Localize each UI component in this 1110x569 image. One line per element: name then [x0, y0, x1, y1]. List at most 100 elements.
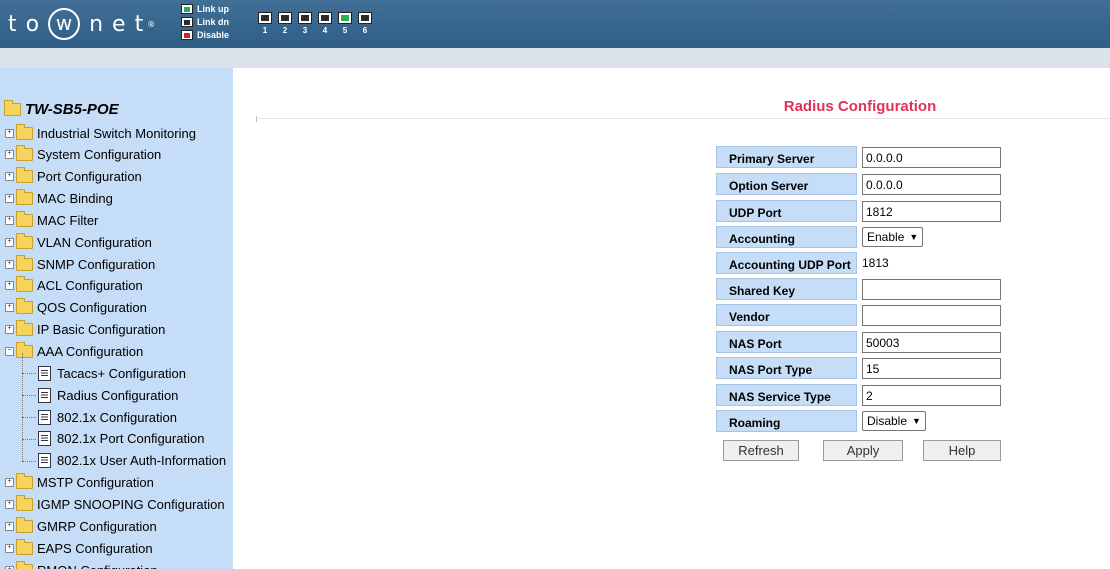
roaming-select[interactable]: Disable ▼	[862, 411, 926, 431]
expand-icon[interactable]: +	[5, 172, 14, 182]
expand-icon[interactable]: +	[5, 237, 14, 247]
sidebar-item-port-configuration[interactable]: + Port Configuration	[5, 167, 142, 187]
top-header-bar: to w net ® Link up Link dn Disable 1 2 3 4 5…	[0, 0, 1110, 48]
folder-icon	[16, 298, 33, 315]
form-row-udp-port: UDP Port	[716, 200, 1011, 224]
nas-service-type-input[interactable]	[862, 385, 1001, 406]
apply-button[interactable]: Apply	[823, 440, 903, 461]
udp-port-input[interactable]	[862, 201, 1001, 222]
expand-icon[interactable]: +	[5, 565, 14, 569]
expand-icon[interactable]: +	[5, 150, 14, 160]
sidebar-item-mac-binding[interactable]: + MAC Binding	[5, 189, 113, 209]
form-row-accounting: Accounting Enable ▼	[716, 226, 1011, 250]
sidebar-item-industrial-switch-monitoring[interactable]: + Industrial Switch Monitoring	[5, 123, 196, 143]
expand-icon[interactable]: +	[5, 281, 14, 291]
sidebar-item-gmrp-configuration[interactable]: + GMRP Configuration	[5, 516, 157, 536]
option-server-label: Option Server	[716, 173, 857, 195]
port-status-legend: Link up Link dn Disable	[181, 2, 229, 41]
expand-icon[interactable]: +	[5, 325, 14, 335]
sidebar-item-system-configuration[interactable]: + System Configuration	[5, 145, 161, 165]
roaming-label: Roaming	[716, 410, 857, 432]
radius-config-form: Primary Server Option Server UDP Port Accou…	[716, 146, 1011, 446]
help-button[interactable]: Help	[923, 440, 1001, 461]
sidebar-item-802-1x-port-configuration[interactable]: 802.1x Port Configuration	[38, 429, 204, 449]
roaming-value-cell: Disable ▼	[858, 410, 1008, 432]
nas-port-input[interactable]	[862, 332, 1001, 353]
chevron-down-icon: ▼	[909, 232, 919, 242]
sidebar-item-label: IGMP SNOOPING Configuration	[37, 496, 225, 512]
nas-port-type-label: NAS Port Type	[716, 357, 857, 379]
sidebar-item-mstp-configuration[interactable]: + MSTP Configuration	[5, 473, 154, 493]
folder-icon	[16, 516, 33, 533]
collapse-icon[interactable]: −	[5, 347, 14, 356]
shared-key-input[interactable]	[862, 279, 1001, 300]
primary-server-value-cell	[858, 146, 1008, 168]
sidebar-item-rmon-configuration[interactable]: + RMON Configuration	[5, 560, 158, 569]
expand-icon[interactable]: +	[5, 303, 14, 313]
shared-key-label: Shared Key	[716, 278, 857, 300]
vendor-input[interactable]	[862, 305, 1001, 326]
sidebar-item-eaps-configuration[interactable]: + EAPS Configuration	[5, 538, 153, 558]
sidebar-item-vlan-configuration[interactable]: + VLAN Configuration	[5, 232, 152, 252]
nas-port-type-input[interactable]	[862, 358, 1001, 379]
nas-port-value-cell	[858, 331, 1008, 353]
folder-icon	[16, 232, 33, 249]
accounting-select[interactable]: Enable ▼	[862, 227, 924, 247]
folder-icon	[16, 210, 33, 227]
switch-port[interactable]: 1	[256, 12, 274, 35]
tree-root[interactable]: TW-SB5-POE	[4, 100, 119, 118]
sidebar-item-igmp-snooping-configuration[interactable]: + IGMP SNOOPING Configuration	[5, 494, 225, 514]
brand-name-right: net	[89, 11, 153, 37]
sidebar-item-aaa-configuration[interactable]: − AAA Configuration	[5, 342, 143, 362]
primary-server-label: Primary Server	[716, 146, 857, 168]
folder-icon	[16, 276, 33, 293]
brand-logo: to w net ®	[8, 7, 155, 41]
sidebar-item-snmp-configuration[interactable]: + SNMP Configuration	[5, 254, 155, 274]
sidebar-item-label: System Configuration	[37, 147, 162, 163]
port-link-up-icon	[181, 3, 193, 14]
switch-port[interactable]: 3	[296, 12, 314, 35]
expand-icon[interactable]: +	[5, 521, 14, 531]
legend-label: Link dn	[197, 16, 229, 27]
expand-icon[interactable]: +	[5, 215, 14, 225]
brand-name-circled: w	[48, 8, 81, 40]
sidebar-item-802-1x-configuration[interactable]: 802.1x Configuration	[38, 407, 177, 427]
document-icon	[38, 453, 51, 469]
option-server-input[interactable]	[862, 174, 1001, 195]
switch-port[interactable]: 5	[336, 12, 354, 35]
switch-port[interactable]: 2	[276, 12, 294, 35]
folder-icon	[16, 145, 33, 162]
sidebar-item-label: ACL Configuration	[37, 278, 143, 294]
folder-icon	[16, 560, 33, 569]
accounting-udp-port-value-cell: 1813	[858, 252, 1008, 274]
page-title: Radius Configuration	[783, 98, 937, 115]
tree-connector	[22, 460, 36, 462]
expand-icon[interactable]: +	[5, 478, 14, 488]
sidebar-item-label: MSTP Configuration	[37, 475, 154, 491]
sidebar-item-acl-configuration[interactable]: + ACL Configuration	[5, 276, 143, 296]
sidebar-item-tacacs-configuration[interactable]: Tacacs+ Configuration	[38, 363, 186, 383]
expand-icon[interactable]: +	[5, 499, 14, 509]
switch-port[interactable]: 4	[316, 12, 334, 35]
sidebar-item-mac-filter[interactable]: + MAC Filter	[5, 210, 98, 230]
switch-port[interactable]: 6	[356, 12, 374, 35]
primary-server-input[interactable]	[862, 147, 1001, 168]
sidebar-item-label: Tacacs+ Configuration	[57, 365, 186, 381]
document-icon	[38, 365, 51, 381]
expand-icon[interactable]: +	[5, 543, 14, 553]
sidebar-item-ip-basic-configuration[interactable]: + IP Basic Configuration	[5, 320, 165, 340]
sidebar-item-radius-configuration[interactable]: Radius Configuration	[38, 385, 178, 405]
sidebar-item-qos-configuration[interactable]: + QOS Configuration	[5, 298, 147, 318]
sidebar-item-802-1x-user-auth-information[interactable]: 802.1x User Auth-Information	[38, 451, 226, 471]
expand-icon[interactable]: +	[5, 128, 14, 138]
expand-icon[interactable]: +	[5, 194, 14, 204]
document-icon	[38, 431, 51, 447]
expand-icon[interactable]: +	[5, 259, 14, 269]
ethernet-port-icon	[318, 12, 332, 24]
accounting-selected-value: Enable	[867, 230, 905, 244]
brand-name-left: to	[8, 11, 49, 37]
legend-label: Link up	[197, 3, 229, 14]
port-number: 1	[262, 26, 268, 35]
port-number: 3	[302, 26, 308, 35]
refresh-button[interactable]: Refresh	[723, 440, 799, 461]
